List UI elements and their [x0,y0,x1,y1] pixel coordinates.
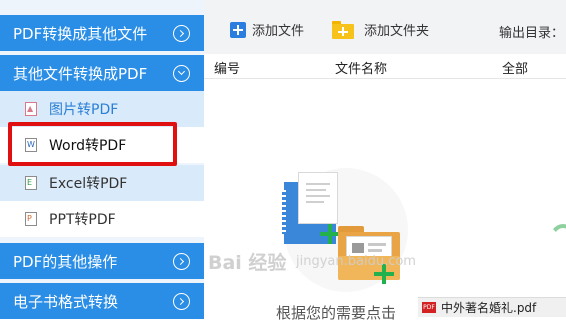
sidebar-category-other-to-pdf[interactable]: 其他文件转换成PDF [0,55,204,91]
sidebar-item-label: PPT转PDF [49,212,116,228]
dragged-file-tag[interactable]: PDF 中外著名婚礼.pdf [418,297,566,317]
baidu-watermark: Bai 经验 [208,252,287,274]
category-label: 电子书格式转换 [13,292,119,311]
sidebar-category-ebook-convert[interactable]: 电子书格式转换 [0,283,204,319]
sidebar-item-ppt-to-pdf[interactable]: P PPT转PDF [0,201,204,237]
chevron-right-icon [173,252,190,270]
category-label: 其他文件转换成PDF [13,64,148,83]
document-page-icon [298,172,338,224]
plus-icon [320,224,340,244]
add-file-icon [230,21,246,38]
add-file-label: 添加文件 [252,24,305,39]
sidebar-category-pdf-other-ops[interactable]: PDF的其他操作 [0,243,204,279]
output-directory-label: 输出目录： [498,26,564,41]
empty-state-hint: 根据您的需要点击 [276,304,397,322]
column-header-all[interactable]: 全部 [502,58,528,77]
chevron-right-icon [173,292,190,310]
sidebar-item-label: Excel转PDF [49,176,128,192]
excel-file-icon: E [25,176,37,190]
image-file-icon: ▲ [25,102,37,116]
toolbar: 添加文件 添加文件夹 输出目录： [204,0,566,54]
sidebar-category-pdf-to-other[interactable]: PDF转换成其他文件 [0,15,204,51]
sidebar-item-excel-to-pdf[interactable]: E Excel转PDF [0,165,204,201]
file-table-header: 编号 文件名称 全部 [204,54,566,79]
add-folder-label: 添加文件夹 [364,24,430,39]
add-folder-icon [332,20,354,39]
sidebar-item-label: 图片转PDF [49,102,119,118]
add-files-illustration[interactable] [282,168,408,292]
pdf-file-icon: PDF [422,302,436,313]
chevron-right-icon [173,24,190,42]
red-highlight-box [8,122,177,166]
add-file-button[interactable]: 添加文件 [230,20,304,39]
ppt-file-icon: P [25,212,37,226]
watermark-url: jingyan.baidu.com [296,254,416,269]
column-header-number: 编号 [214,62,241,77]
category-label: PDF的其他操作 [13,252,118,271]
column-header-filename: 文件名称 [335,62,388,77]
add-folder-button[interactable]: 添加文件夹 [332,20,429,39]
category-label: PDF转换成其他文件 [13,24,148,43]
dragged-file-name: 中外著名婚礼.pdf [441,301,537,315]
chevron-down-icon [173,64,190,82]
sidebar: PDF转换成其他文件 其他文件转换成PDF ▲ 图片转PDF W Word转PD… [0,0,204,319]
